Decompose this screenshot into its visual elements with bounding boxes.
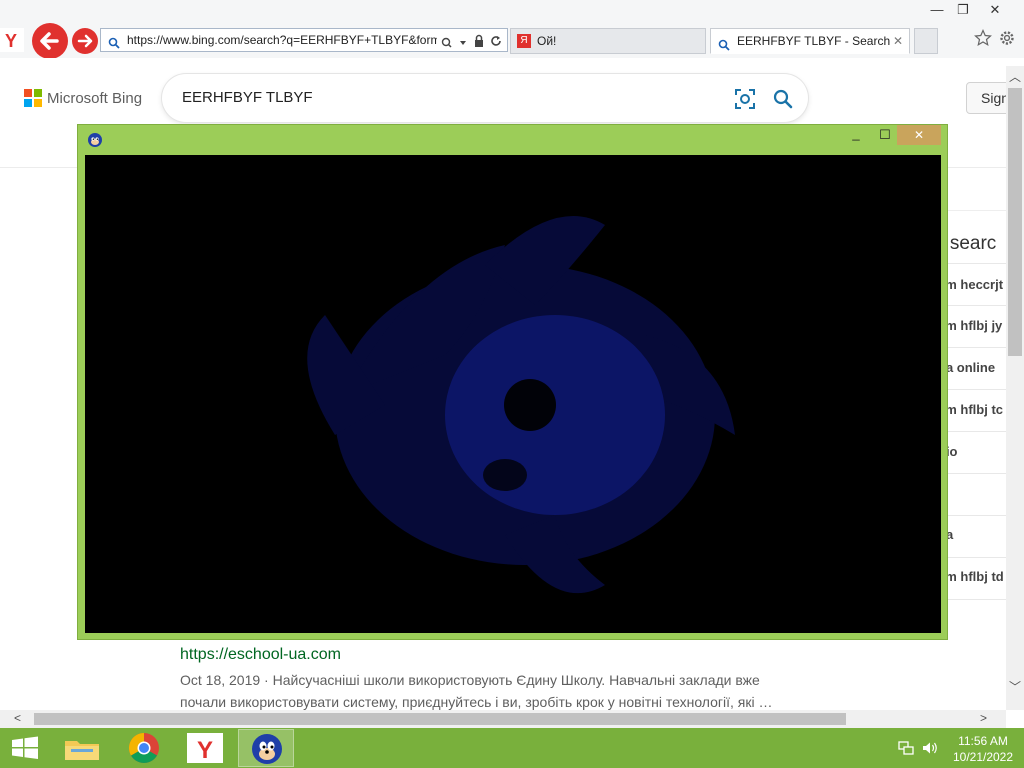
- scroll-down-icon[interactable]: ﹀: [1009, 678, 1021, 695]
- horizontal-scrollbar[interactable]: < >: [0, 710, 1006, 728]
- tab-yandex[interactable]: Я Ой!: [510, 28, 706, 54]
- horizontal-scroll-thumb[interactable]: [34, 713, 846, 725]
- result-link[interactable]: https://eschool-ua.com: [180, 646, 341, 664]
- address-bar[interactable]: https://www.bing.com/search?q=EERHFBYF+T…: [100, 28, 508, 52]
- lock-icon[interactable]: [473, 33, 485, 55]
- windows-logo-icon: [12, 736, 38, 759]
- result-date: Oct 18, 2019: [180, 672, 261, 688]
- result-snippet: Oct 18, 2019 · Найсучасніші школи викори…: [180, 672, 773, 710]
- search-dropdown-icon[interactable]: [441, 34, 471, 56]
- yandex-icon[interactable]: Y: [0, 28, 24, 52]
- vertical-scroll-thumb[interactable]: [1008, 88, 1022, 356]
- folder-icon: [65, 741, 99, 760]
- search-icon: [718, 35, 730, 53]
- result-snippet-text: Найсучасніші школи використовують Єдину …: [180, 672, 773, 710]
- sign-in-button[interactable]: Sign: [966, 82, 1010, 114]
- back-button[interactable]: [32, 23, 68, 59]
- yandex-tab-icon: Я: [517, 34, 531, 48]
- taskbar: Y 11:56 AM 10/21/2022: [0, 728, 1024, 768]
- app-minimize-button[interactable]: _: [846, 125, 866, 145]
- logo-text: Microsoft Bing: [47, 89, 143, 107]
- chrome-icon: [128, 733, 159, 764]
- scroll-up-icon[interactable]: ︿: [1009, 68, 1021, 85]
- taskbar-file-explorer[interactable]: [55, 729, 111, 767]
- vertical-scrollbar[interactable]: ︿ ﹀: [1006, 66, 1024, 710]
- sonic-silhouette-graphic: [307, 216, 735, 594]
- visual-search-icon[interactable]: [734, 88, 756, 113]
- scroll-right-icon[interactable]: >: [980, 711, 987, 725]
- restore-window-button[interactable]: ❐: [948, 0, 978, 20]
- clock-time: 11:56 AM: [958, 734, 1008, 748]
- new-tab-button[interactable]: [914, 28, 938, 54]
- svg-text:Y: Y: [197, 737, 213, 764]
- taskbar-clock[interactable]: 11:56 AM 10/21/2022: [946, 733, 1020, 765]
- tab-label: Ой!: [537, 34, 557, 48]
- volume-icon[interactable]: [921, 740, 939, 759]
- app-close-button[interactable]: ✕: [897, 125, 941, 145]
- forward-button[interactable]: [72, 28, 98, 54]
- tab-close-icon[interactable]: ✕: [893, 29, 903, 53]
- settings-gear-icon[interactable]: [998, 29, 1016, 50]
- tab-bing-search[interactable]: EERHFBYF TLBYF - Search ✕: [710, 28, 910, 54]
- microsoft-logo-icon: [24, 89, 42, 107]
- sonic-icon: [87, 132, 103, 148]
- svg-text:Y: Y: [5, 31, 17, 51]
- yandex-browser-icon: Y: [187, 733, 223, 764]
- scroll-left-icon[interactable]: <: [14, 711, 21, 725]
- game-canvas[interactable]: [85, 155, 941, 633]
- network-icon[interactable]: [898, 740, 914, 759]
- taskbar-yandex-browser[interactable]: Y: [177, 729, 233, 767]
- taskbar-sonic-game[interactable]: [238, 729, 294, 767]
- close-window-button[interactable]: ✕: [980, 0, 1010, 20]
- search-icon: [108, 34, 120, 56]
- favorites-star-icon[interactable]: [974, 29, 992, 50]
- start-button[interactable]: [0, 729, 50, 767]
- sonic-icon: [252, 734, 282, 764]
- clock-date: 10/21/2022: [952, 750, 1014, 764]
- tab-label: EERHFBYF TLBYF - Search: [737, 34, 891, 48]
- refresh-icon[interactable]: [489, 33, 503, 55]
- app-maximize-button[interactable]: ☐: [875, 125, 895, 145]
- bing-logo[interactable]: Microsoft Bing: [24, 88, 142, 108]
- taskbar-chrome[interactable]: [117, 729, 173, 767]
- search-input[interactable]: EERHFBYF TLBYF: [182, 89, 313, 106]
- app-window[interactable]: _ ☐ ✕: [77, 124, 948, 640]
- search-box[interactable]: EERHFBYF TLBYF: [162, 74, 808, 122]
- browser-chrome: — ❐ ✕ Y https://www.bing.com/search?q=EE…: [0, 0, 1024, 59]
- address-url[interactable]: https://www.bing.com/search?q=EERHFBYF+T…: [127, 29, 437, 51]
- search-icon[interactable]: [772, 88, 794, 113]
